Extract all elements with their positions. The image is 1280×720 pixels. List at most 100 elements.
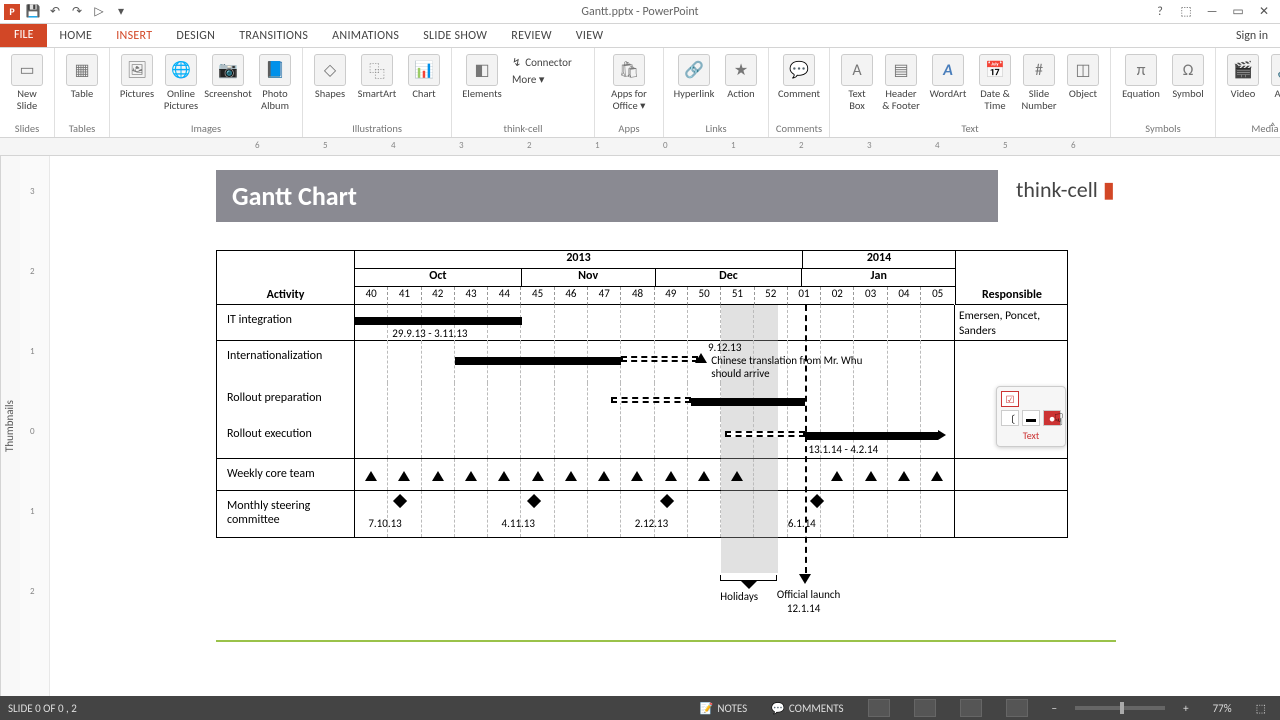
- weekly-milestone[interactable]: [731, 471, 743, 481]
- zoom-in-button[interactable]: +: [1177, 696, 1194, 720]
- reading-view-button[interactable]: [960, 699, 982, 717]
- gantt-row-monthly[interactable]: Monthly steering committee 7.10.13 4.11.…: [217, 491, 1067, 537]
- restore-button[interactable]: ▭: [1226, 3, 1250, 21]
- connector-button[interactable]: ↯ Connector: [512, 56, 584, 69]
- activity-it-integration: IT integration: [217, 305, 355, 343]
- minimize-button[interactable]: —: [1200, 3, 1224, 21]
- bar-intl-dash[interactable]: [621, 356, 698, 362]
- audio-button[interactable]: 🔊Audio: [1266, 52, 1280, 100]
- ft-checkbox-icon[interactable]: ☑: [1001, 391, 1019, 407]
- apps-for-office-button[interactable]: 🛍Apps for Office ▾: [601, 52, 657, 111]
- sorter-view-button[interactable]: [914, 699, 936, 717]
- tab-home[interactable]: HOME: [47, 25, 104, 47]
- zoom-percent[interactable]: 77%: [1207, 696, 1238, 720]
- tab-file[interactable]: FILE: [0, 23, 47, 47]
- slide-number-button[interactable]: #Slide Number: [1018, 52, 1060, 111]
- bar-rollexec-solid[interactable]: [805, 432, 938, 440]
- photo-album-button[interactable]: 📘Photo Album: [254, 52, 296, 111]
- ft-bracket-icon[interactable]: 〔: [1001, 410, 1019, 426]
- tab-insert[interactable]: INSERT: [104, 25, 164, 47]
- notes-button[interactable]: 📝 NOTES: [694, 696, 753, 720]
- weekly-milestone[interactable]: [365, 471, 377, 481]
- slideshow-start-icon[interactable]: ▷: [90, 3, 108, 21]
- sign-in-link[interactable]: Sign in: [1224, 25, 1280, 47]
- weekly-milestone[interactable]: [831, 471, 843, 481]
- comments-button[interactable]: 💬 COMMENTS: [765, 696, 849, 720]
- tab-transitions[interactable]: TRANSITIONS: [227, 25, 320, 47]
- ft-text-label[interactable]: Text: [1001, 429, 1061, 442]
- elements-button[interactable]: ◧Elements: [458, 52, 506, 100]
- header-footer-button[interactable]: ▤Header & Footer: [880, 52, 922, 111]
- gantt-row-intl[interactable]: Internationalization 9.12.13 Chinese tra…: [217, 341, 1067, 383]
- slide-area[interactable]: Gantt Chart think-cell ▮ Activity 2013 2…: [50, 156, 1280, 696]
- bar-rollprep-solid[interactable]: [691, 398, 804, 406]
- weekly-milestone[interactable]: [598, 471, 610, 481]
- bar-rollexec-dash[interactable]: [725, 431, 805, 437]
- weekly-milestone[interactable]: [698, 471, 710, 481]
- qat-more-icon[interactable]: ▾: [112, 3, 130, 21]
- tab-view[interactable]: VIEW: [564, 25, 616, 47]
- milestone-intl[interactable]: [695, 353, 707, 363]
- gantt-row-rollprep[interactable]: Rollout preparation: [217, 383, 1067, 419]
- tab-slideshow[interactable]: SLIDE SHOW: [411, 25, 499, 47]
- redo-icon[interactable]: ↷: [68, 3, 86, 21]
- ribbon-options-icon[interactable]: ⬚: [1174, 3, 1198, 21]
- month-oct: Oct: [355, 269, 522, 286]
- zoom-out-button[interactable]: −: [1046, 696, 1063, 720]
- weekly-milestone[interactable]: [432, 471, 444, 481]
- slideshow-view-button[interactable]: [1006, 699, 1028, 717]
- save-icon[interactable]: 💾: [24, 3, 42, 21]
- week-50: 50: [688, 287, 721, 305]
- action-button[interactable]: ★Action: [720, 52, 762, 100]
- tab-review[interactable]: REVIEW: [499, 25, 564, 47]
- smartart-button[interactable]: ⿻SmartArt: [353, 52, 401, 100]
- weekly-milestone[interactable]: [565, 471, 577, 481]
- weekly-milestone[interactable]: [498, 471, 510, 481]
- pictures-button[interactable]: 🖼Pictures: [116, 52, 158, 100]
- tab-animations[interactable]: ANIMATIONS: [320, 25, 411, 47]
- gantt-row-it[interactable]: IT integration 29.9.13 - 3.11.13 Emersen…: [217, 305, 1067, 341]
- wordart-button[interactable]: AWordArt: [924, 52, 972, 100]
- fit-to-window-button[interactable]: ⬚: [1250, 696, 1272, 720]
- weekly-milestone[interactable]: [665, 471, 677, 481]
- object-button[interactable]: ◫Object: [1062, 52, 1104, 100]
- chart-button[interactable]: 📊Chart: [403, 52, 445, 100]
- weekly-milestone[interactable]: [398, 471, 410, 481]
- ft-bar-icon[interactable]: ▬: [1022, 410, 1040, 426]
- comment-button[interactable]: 💬Comment: [775, 52, 823, 100]
- collapse-ribbon-icon[interactable]: ˄: [1270, 121, 1276, 135]
- slide-canvas: Thumbnails 3 2 1 0 1 2 Gantt Chart think…: [0, 156, 1280, 696]
- equation-button[interactable]: πEquation: [1117, 52, 1165, 100]
- slide-title[interactable]: Gantt Chart: [216, 170, 998, 222]
- help-icon[interactable]: ?: [1148, 3, 1172, 21]
- bar-intl-solid[interactable]: [455, 357, 622, 365]
- online-pictures-button[interactable]: 🌐Online Pictures: [160, 52, 202, 111]
- weekly-milestone[interactable]: [931, 471, 943, 481]
- gantt-row-rollexec[interactable]: Rollout execution 13.1.14 - 4.2.14: [217, 419, 1067, 459]
- weekly-milestone[interactable]: [532, 471, 544, 481]
- table-button[interactable]: ▦ Table: [61, 52, 103, 100]
- weekly-milestone[interactable]: [631, 471, 643, 481]
- weekly-milestone[interactable]: [898, 471, 910, 481]
- undo-icon[interactable]: ↶: [46, 3, 64, 21]
- thumbnails-tab[interactable]: Thumbnails: [0, 156, 20, 696]
- gantt-row-weekly[interactable]: Weekly core team: [217, 459, 1067, 491]
- new-slide-button[interactable]: ▭ New Slide: [6, 52, 48, 111]
- video-button[interactable]: 🎬Video: [1222, 52, 1264, 100]
- date-time-button[interactable]: 📅Date & Time: [974, 52, 1016, 111]
- close-button[interactable]: ✕: [1252, 3, 1276, 21]
- zoom-slider[interactable]: [1075, 706, 1165, 710]
- shapes-button[interactable]: ◇Shapes: [309, 52, 351, 100]
- screenshot-button[interactable]: 📷Screenshot: [204, 52, 252, 100]
- weekly-milestone[interactable]: [465, 471, 477, 481]
- text-box-button[interactable]: AText Box: [836, 52, 878, 111]
- hyperlink-button[interactable]: 🔗Hyperlink: [670, 52, 718, 100]
- normal-view-button[interactable]: [868, 699, 890, 717]
- gantt-chart[interactable]: Activity 2013 2014 Oct Nov Dec Jan 40414…: [216, 250, 1068, 538]
- weekly-milestone[interactable]: [865, 471, 877, 481]
- bar-it-integration[interactable]: [355, 317, 522, 325]
- bar-rollprep-dash[interactable]: [611, 397, 691, 403]
- tab-design[interactable]: DESIGN: [164, 25, 227, 47]
- more-button[interactable]: More ▾: [512, 73, 584, 86]
- symbol-button[interactable]: ΩSymbol: [1167, 52, 1209, 100]
